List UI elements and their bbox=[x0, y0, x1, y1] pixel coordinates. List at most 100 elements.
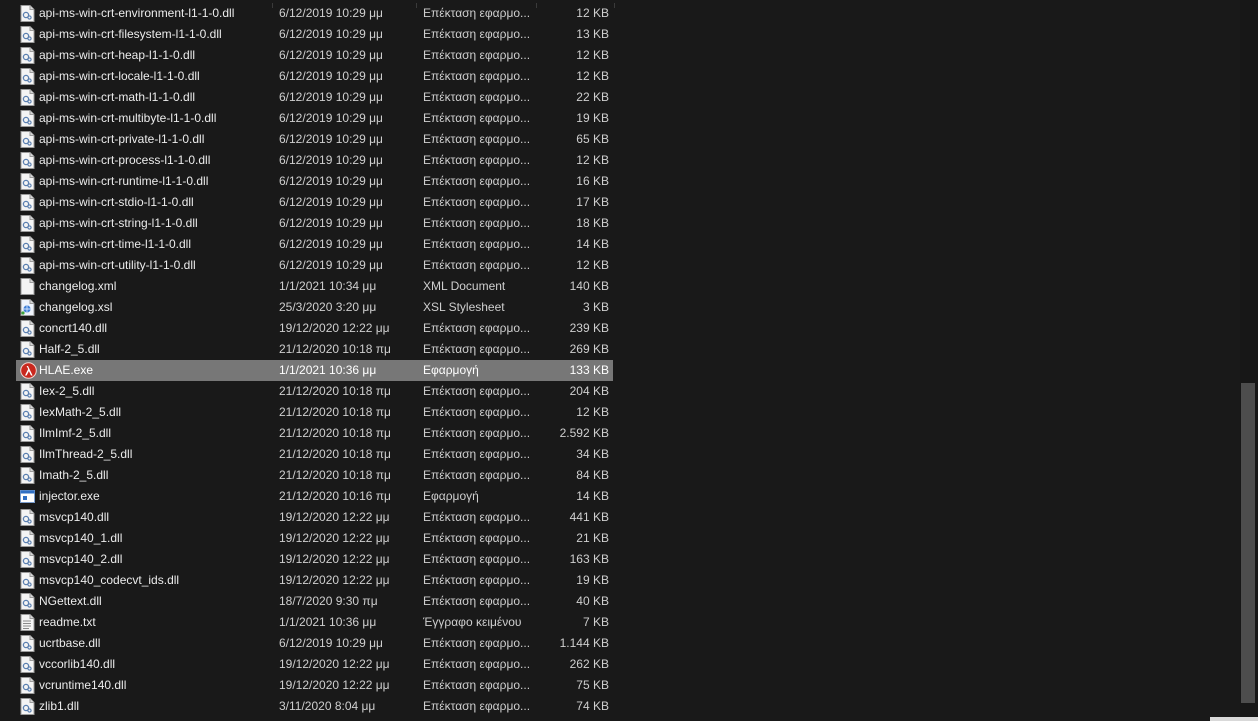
file-date-modified: 6/12/2019 10:29 μμ bbox=[279, 174, 383, 188]
file-row[interactable]: api-ms-win-crt-utility-l1-1-0.dll 6/12/20… bbox=[16, 255, 613, 276]
file-name: IlmImf-2_5.dll bbox=[39, 426, 112, 440]
file-row[interactable]: msvcp140_1.dll 19/12/2020 12:22 μμ Επέκτασ… bbox=[16, 528, 613, 549]
file-size: 1.144 KB bbox=[559, 636, 609, 650]
file-row[interactable]: Imath-2_5.dll 21/12/2020 10:18 πμ Επέκταση… bbox=[16, 465, 613, 486]
file-size: 3 KB bbox=[582, 300, 609, 314]
file-row[interactable]: api-ms-win-crt-environment-l1-1-0.dll 6/1… bbox=[16, 3, 613, 24]
dll-icon bbox=[20, 593, 35, 610]
file-name: api-ms-win-crt-heap-l1-1-0.dll bbox=[39, 48, 196, 62]
file-date-modified: 6/12/2019 10:29 μμ bbox=[279, 90, 383, 104]
file-row[interactable]: api-ms-win-crt-process-l1-1-0.dll 6/12/20… bbox=[16, 150, 613, 171]
dll-icon bbox=[20, 68, 35, 85]
dll-icon bbox=[20, 257, 35, 274]
dll-icon bbox=[20, 89, 35, 106]
file-row[interactable]: api-ms-win-crt-locale-l1-1-0.dll 6/12/201… bbox=[16, 66, 613, 87]
file-name: api-ms-win-crt-private-l1-1-0.dll bbox=[39, 132, 205, 146]
file-row[interactable]: api-ms-win-crt-time-l1-1-0.dll 6/12/2019 … bbox=[16, 234, 613, 255]
dll-icon bbox=[20, 26, 35, 43]
file-type: Επέκταση εφαρμο... bbox=[423, 69, 531, 83]
file-type: Εφαρμογή bbox=[423, 489, 479, 503]
file-row[interactable]: ucrtbase.dll 6/12/2019 10:29 μμ Επέκταση ε… bbox=[16, 633, 613, 654]
file-row[interactable]: concrt140.dll 19/12/2020 12:22 μμ Επέκταση… bbox=[16, 318, 613, 339]
vertical-scrollbar[interactable] bbox=[1240, 0, 1258, 721]
dll-icon bbox=[20, 383, 35, 400]
dll-icon bbox=[20, 194, 35, 211]
file-row[interactable]: HLAE.exe 1/1/2021 10:36 μμ Εφαρμογή 133 KB bbox=[16, 360, 613, 381]
file-row[interactable]: NGettext.dll 18/7/2020 9:30 πμ Επέκταση εφ… bbox=[16, 591, 613, 612]
file-date-modified: 6/12/2019 10:29 μμ bbox=[279, 27, 383, 41]
file-name: msvcp140_codecvt_ids.dll bbox=[39, 573, 180, 587]
scrollbar-thumb[interactable] bbox=[1241, 383, 1255, 703]
file-row[interactable]: api-ms-win-crt-runtime-l1-1-0.dll 6/12/20… bbox=[16, 171, 613, 192]
dll-icon bbox=[20, 152, 35, 169]
file-row[interactable]: Iex-2_5.dll 21/12/2020 10:18 πμ Επέκταση ε… bbox=[16, 381, 613, 402]
file-date-modified: 18/7/2020 9:30 πμ bbox=[279, 594, 378, 608]
file-name: vccorlib140.dll bbox=[39, 657, 116, 671]
file-type: Επέκταση εφαρμο... bbox=[423, 342, 531, 356]
file-size: 40 KB bbox=[576, 594, 609, 608]
file-size: 17 KB bbox=[576, 195, 609, 209]
file-type: Επέκταση εφαρμο... bbox=[423, 426, 531, 440]
file-date-modified: 19/12/2020 12:22 μμ bbox=[279, 510, 390, 524]
file-date-modified: 6/12/2019 10:29 μμ bbox=[279, 153, 383, 167]
dll-icon bbox=[20, 656, 35, 673]
dll-icon bbox=[20, 110, 35, 127]
file-date-modified: 6/12/2019 10:29 μμ bbox=[279, 111, 383, 125]
file-type: Επέκταση εφαρμο... bbox=[423, 321, 531, 335]
dll-icon bbox=[20, 425, 35, 442]
file-row[interactable]: IlmThread-2_5.dll 21/12/2020 10:18 πμ Επέκ… bbox=[16, 444, 613, 465]
file-name: NGettext.dll bbox=[39, 594, 102, 608]
file-row[interactable]: changelog.xsl 25/3/2020 3:20 μμ XSL Styles… bbox=[16, 297, 613, 318]
file-row[interactable]: IlmImf-2_5.dll 21/12/2020 10:18 πμ Επέκτασ… bbox=[16, 423, 613, 444]
file-name: api-ms-win-crt-locale-l1-1-0.dll bbox=[39, 69, 200, 83]
file-row[interactable]: IexMath-2_5.dll 21/12/2020 10:18 πμ Επέκτα… bbox=[16, 402, 613, 423]
file-row[interactable]: api-ms-win-crt-private-l1-1-0.dll 6/12/20… bbox=[16, 129, 613, 150]
file-type: Επέκταση εφαρμο... bbox=[423, 447, 531, 461]
file-row[interactable]: changelog.xml 1/1/2021 10:34 μμ XML Docume… bbox=[16, 276, 613, 297]
dll-icon bbox=[20, 5, 35, 22]
file-date-modified: 6/12/2019 10:29 μμ bbox=[279, 258, 383, 272]
file-size: 12 KB bbox=[576, 153, 609, 167]
file-type: Επέκταση εφαρμο... bbox=[423, 636, 531, 650]
file-type: Εφαρμογή bbox=[423, 363, 479, 377]
file-row[interactable]: vcruntime140.dll 19/12/2020 12:22 μμ Επέκτ… bbox=[16, 675, 613, 696]
file-row[interactable]: zlib1.dll 3/11/2020 8:04 μμ Επέκταση εφαρμ… bbox=[16, 696, 613, 717]
file-row[interactable]: injector.exe 21/12/2020 10:16 πμ Εφαρμογή 1… bbox=[16, 486, 613, 507]
file-row[interactable]: vccorlib140.dll 19/12/2020 12:22 μμ Επέκτα… bbox=[16, 654, 613, 675]
file-size: 84 KB bbox=[576, 468, 609, 482]
file-type: Επέκταση εφαρμο... bbox=[423, 510, 531, 524]
file-row[interactable]: api-ms-win-crt-multibyte-l1-1-0.dll 6/12/… bbox=[16, 108, 613, 129]
file-name: api-ms-win-crt-filesystem-l1-1-0.dll bbox=[39, 27, 222, 41]
file-size: 12 KB bbox=[576, 258, 609, 272]
file-row[interactable]: msvcp140.dll 19/12/2020 12:22 μμ Επέκταση … bbox=[16, 507, 613, 528]
file-name: api-ms-win-crt-environment-l1-1-0.dll bbox=[39, 6, 235, 20]
file-type: Επέκταση εφαρμο... bbox=[423, 258, 531, 272]
file-row[interactable]: api-ms-win-crt-stdio-l1-1-0.dll 6/12/2019… bbox=[16, 192, 613, 213]
file-name: api-ms-win-crt-multibyte-l1-1-0.dll bbox=[39, 111, 217, 125]
file-type: Επέκταση εφαρμο... bbox=[423, 678, 531, 692]
file-row[interactable]: api-ms-win-crt-math-l1-1-0.dll 6/12/2019 … bbox=[16, 87, 613, 108]
file-type: Επέκταση εφαρμο... bbox=[423, 468, 531, 482]
column-separator[interactable] bbox=[614, 3, 615, 8]
dll-icon bbox=[20, 677, 35, 694]
file-row[interactable]: msvcp140_codecvt_ids.dll 19/12/2020 12:22… bbox=[16, 570, 613, 591]
file-date-modified: 6/12/2019 10:29 μμ bbox=[279, 237, 383, 251]
file-row[interactable]: api-ms-win-crt-string-l1-1-0.dll 6/12/201… bbox=[16, 213, 613, 234]
file-name: ucrtbase.dll bbox=[39, 636, 101, 650]
file-row[interactable]: msvcp140_2.dll 19/12/2020 12:22 μμ Επέκτασ… bbox=[16, 549, 613, 570]
file-date-modified: 21/12/2020 10:18 πμ bbox=[279, 405, 391, 419]
file-size: 2.592 KB bbox=[559, 426, 609, 440]
file-date-modified: 19/12/2020 12:22 μμ bbox=[279, 678, 390, 692]
dll-icon bbox=[20, 173, 35, 190]
dll-icon bbox=[20, 530, 35, 547]
file-row[interactable]: Half-2_5.dll 21/12/2020 10:18 πμ Επέκταση … bbox=[16, 339, 613, 360]
file-row[interactable]: api-ms-win-crt-heap-l1-1-0.dll 6/12/2019 … bbox=[16, 45, 613, 66]
file-size: 12 KB bbox=[576, 6, 609, 20]
file-type: Επέκταση εφαρμο... bbox=[423, 48, 531, 62]
file-row[interactable]: api-ms-win-crt-filesystem-l1-1-0.dll 6/12… bbox=[16, 24, 613, 45]
dll-icon bbox=[20, 509, 35, 526]
file-row[interactable]: readme.txt 1/1/2021 10:36 μμ Έγγραφο κειμέ… bbox=[16, 612, 613, 633]
file-size: 75 KB bbox=[576, 678, 609, 692]
file-type: Επέκταση εφαρμο... bbox=[423, 153, 531, 167]
bottom-edge-strip bbox=[1210, 717, 1258, 721]
